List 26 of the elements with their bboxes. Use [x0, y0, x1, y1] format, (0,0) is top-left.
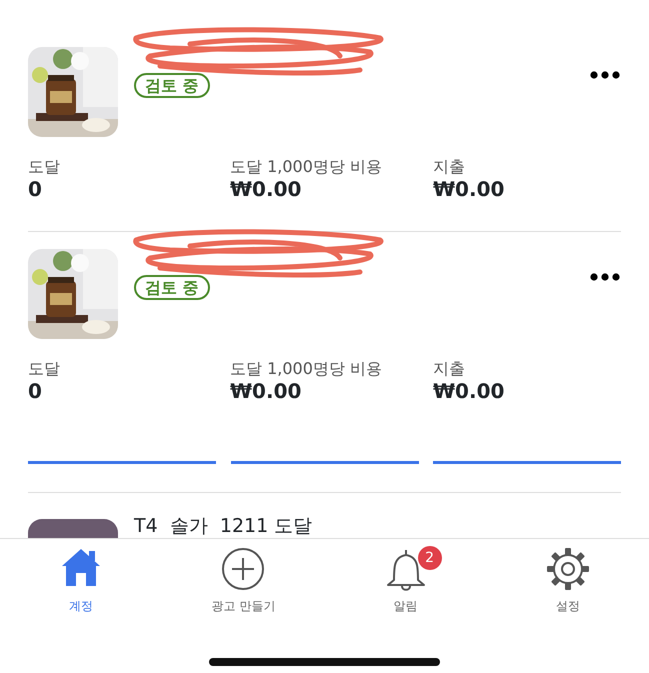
ad-title: T4 솔가 1211 도달 — [134, 514, 312, 538]
metric-label: 도달 — [28, 359, 61, 379]
tab[interactable]: 광고 만들기 — [162, 539, 324, 628]
metric-label: 도달 1,000명당 비용 — [230, 359, 383, 379]
metric-label: 도달 — [28, 157, 61, 177]
metric-value: ₩0.00 — [230, 177, 302, 201]
metric-label: 지출 — [433, 157, 466, 177]
metric-value: ₩0.00 — [230, 379, 302, 403]
metric-value: ₩0.00 — [433, 177, 506, 201]
notification-badge: 2 — [418, 546, 442, 570]
status-badge: 검토 중 — [134, 275, 210, 300]
more-icon — [590, 272, 620, 281]
plus-icon — [221, 547, 266, 591]
tab[interactable]: 계정 — [0, 539, 162, 628]
tab[interactable]: 알림 2 — [324, 539, 487, 628]
metric-label: 지출 — [433, 359, 466, 379]
metric-value: 0 — [28, 177, 43, 201]
settings-icon — [546, 547, 590, 591]
bell-icon — [386, 547, 426, 591]
tab[interactable]: 설정 — [486, 539, 649, 628]
metric-value: 0 — [28, 379, 43, 403]
more-icon — [590, 70, 620, 79]
metric-value: ₩0.00 — [433, 379, 506, 403]
home-icon — [60, 547, 102, 587]
status-badge: 검토 중 — [134, 73, 210, 98]
metric-label: 도달 1,000명당 비용 — [230, 157, 383, 177]
